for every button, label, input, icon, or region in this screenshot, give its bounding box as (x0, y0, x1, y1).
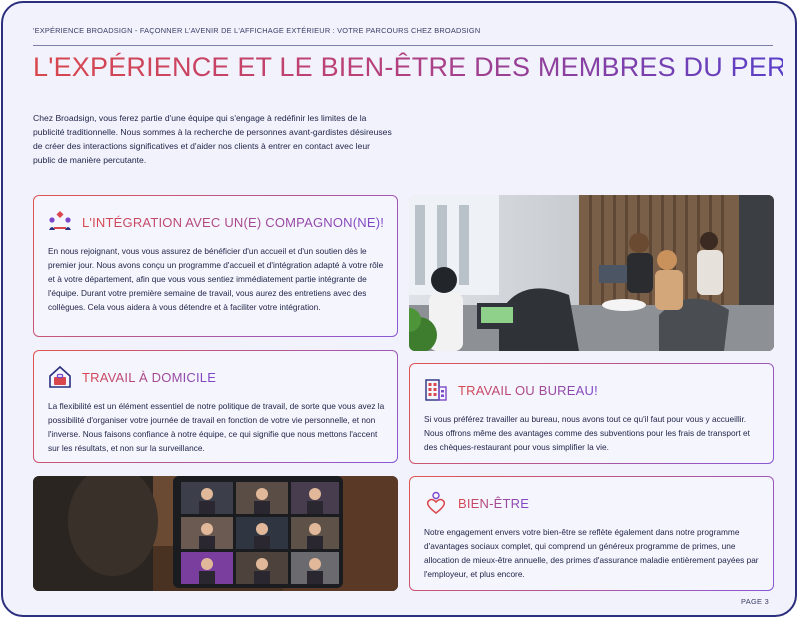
video-call-photo (33, 476, 398, 591)
page-title: L'EXPÉRIENCE ET LE BIEN-ÊTRE DES MEMBRES… (33, 52, 795, 82)
breadcrumb: 'EXPÉRIENCE BROADSIGN - FAÇONNER L'AVENI… (33, 26, 481, 35)
domicile-card-header: TRAVAIL À DOMICILE (48, 365, 216, 389)
domicile-card-body: La flexibilité est un élément essentiel … (48, 401, 385, 453)
header-divider (33, 45, 773, 46)
team-icon (48, 210, 72, 234)
intro-paragraph: Chez Broadsign, vous ferez partie d'une … (33, 113, 392, 165)
domicile-card-title: TRAVAIL À DOMICILE (82, 369, 217, 385)
heart-person-icon (424, 491, 448, 515)
office-building-icon (424, 378, 448, 402)
bureau-card-body: Si vous préférez travailler au bureau, n… (424, 414, 750, 452)
home-briefcase-icon (48, 365, 72, 389)
integration-card-header: L'INTÉGRATION AVEC UN(E) COMPAGNON(NE)! (48, 210, 384, 234)
bienetre-card-body: Notre engagement envers votre bien-être … (424, 527, 759, 579)
integration-card: L'INTÉGRATION AVEC UN(E) COMPAGNON(NE)! … (33, 195, 398, 337)
bureau-card-header: TRAVAIL OU BUREAU! (424, 378, 598, 402)
bureau-card: TRAVAIL OU BUREAU! Si vous préférez trav… (409, 363, 774, 464)
bienetre-card-title: BIEN-ÊTRE (458, 495, 530, 511)
page-number: PAGE 3 (741, 597, 769, 606)
integration-card-title: L'INTÉGRATION AVEC UN(E) COMPAGNON(NE)! (82, 214, 385, 230)
domicile-card: TRAVAIL À DOMICILE La flexibilité est un… (33, 350, 398, 463)
bienetre-card: BIEN-ÊTRE Notre engagement envers votre … (409, 476, 774, 591)
bureau-card-title: TRAVAIL OU BUREAU! (458, 382, 598, 398)
bienetre-card-header: BIEN-ÊTRE (424, 491, 529, 515)
office-photo (409, 195, 774, 351)
page: 'EXPÉRIENCE BROADSIGN - FAÇONNER L'AVENI… (1, 1, 797, 617)
integration-card-body: En nous rejoignant, vous vous assurez de… (48, 246, 384, 312)
